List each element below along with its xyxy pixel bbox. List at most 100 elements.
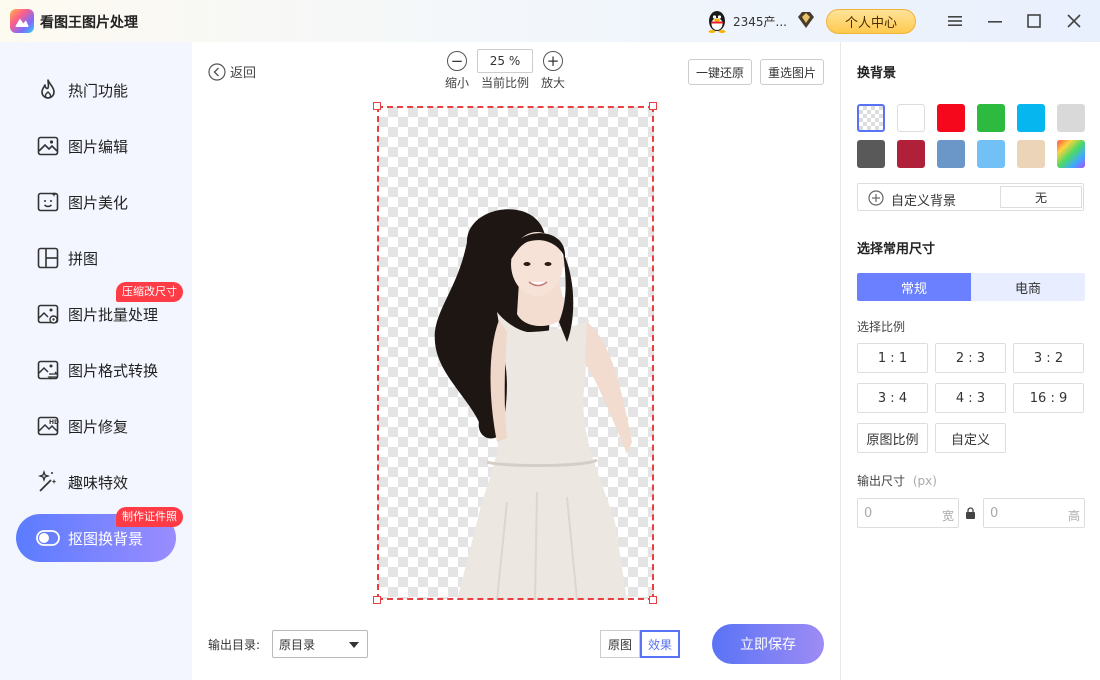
sidebar: 热门功能 图片编辑 图片美化 拼图 图片批量处理 压缩改尺寸 图片格式转换 HD… [0, 42, 192, 680]
feature-badge: 压缩改尺寸 [116, 282, 183, 302]
sidebar-item-format-convert[interactable]: 图片格式转换 [16, 346, 176, 394]
ratio-4-3-button[interactable]: 4 : 3 [935, 383, 1006, 413]
ratio-3-4-button[interactable]: 3 : 4 [857, 383, 928, 413]
image-edit-icon [37, 136, 59, 156]
user-center-button[interactable]: 个人中心 [826, 9, 916, 34]
sidebar-item-hot-features[interactable]: 热门功能 [16, 66, 176, 114]
size-section-title: 选择常用尺寸 [857, 242, 936, 257]
swatch-rainbow[interactable] [1057, 140, 1085, 168]
title-bar: 看图王图片处理 2345产... 个人中心 [0, 0, 1100, 42]
width-input[interactable]: 0 宽 [857, 498, 959, 528]
sidebar-item-label: 热门功能 [68, 82, 129, 100]
sidebar-item-label: 图片编辑 [68, 138, 129, 156]
sidebar-item-image-edit[interactable]: 图片编辑 [16, 122, 176, 170]
add-circle-icon [868, 190, 884, 206]
resize-handle-bottom-left[interactable] [373, 596, 381, 604]
maximize-button[interactable] [1023, 10, 1045, 32]
sidebar-item-label: 抠图换背景 [68, 530, 144, 548]
swatch-dark-gray[interactable] [857, 140, 885, 168]
sidebar-item-image-repair[interactable]: HD 图片修复 [16, 402, 176, 450]
size-tabs: 常规 电商 [857, 273, 1085, 301]
user-name[interactable]: 2345产... [733, 13, 787, 30]
zoom-value[interactable]: 25 % [477, 49, 533, 73]
height-input[interactable]: 0 高 [983, 498, 1085, 528]
width-unit: 宽 [941, 509, 954, 523]
swatch-cyan[interactable] [1017, 104, 1045, 132]
resize-handle-top-left[interactable] [373, 102, 381, 110]
close-icon [1067, 14, 1081, 28]
fire-icon [41, 79, 55, 99]
ratio-16-9-button[interactable]: 16 : 9 [1013, 383, 1084, 413]
swatch-beige[interactable] [1017, 140, 1045, 168]
ratio-2-3-button[interactable]: 2 : 3 [935, 343, 1006, 373]
batch-icon [37, 304, 59, 324]
swatch-white[interactable] [897, 104, 925, 132]
back-label: 返回 [230, 66, 257, 81]
resize-handle-top-right[interactable] [649, 102, 657, 110]
view-original-button[interactable]: 原图 [600, 630, 640, 658]
hamburger-icon [948, 16, 962, 26]
swatch-red[interactable] [937, 104, 965, 132]
reselect-image-button[interactable]: 重选图片 [760, 59, 824, 85]
maximize-icon [1027, 14, 1041, 28]
swatch-sky-blue[interactable] [977, 140, 1005, 168]
collage-icon [37, 247, 59, 269]
editor-area: 返回 − 25 % + 缩小 当前比例 放大 一键还原 重选图片 输出目录: 原… [192, 42, 840, 680]
tab-normal[interactable]: 常规 [857, 273, 971, 301]
view-effect-button[interactable]: 效果 [640, 630, 680, 658]
swatch-transparent[interactable] [857, 104, 885, 132]
restore-button[interactable]: 一键还原 [688, 59, 752, 85]
ratio-3-2-button[interactable]: 3 : 2 [1013, 343, 1084, 373]
app-logo-icon [10, 9, 34, 33]
menu-button[interactable] [944, 10, 966, 32]
swatch-steel-blue[interactable] [937, 140, 965, 168]
lock-icon[interactable] [965, 507, 976, 519]
output-size-text: 输出尺寸 [857, 474, 906, 488]
output-directory-select[interactable]: 原目录 [272, 630, 368, 658]
swatch-green[interactable] [977, 104, 1005, 132]
background-section-title: 换背景 [857, 66, 897, 81]
sidebar-item-label: 图片美化 [68, 194, 129, 212]
swatch-crimson[interactable] [897, 140, 925, 168]
back-button[interactable]: 返回 [208, 62, 256, 81]
back-arrow-icon [208, 62, 226, 81]
tab-ecommerce[interactable]: 电商 [971, 273, 1085, 301]
hd-repair-icon: HD [37, 416, 59, 436]
sidebar-item-label: 拼图 [68, 250, 99, 268]
settings-panel: 换背景 自定义背景 无 选择常用尺寸 常规 电商 选择比例 1 : 1 2 : … [840, 42, 1100, 680]
sidebar-item-label: 图片格式转换 [68, 362, 159, 380]
zoom-out-label: 缩小 [445, 76, 470, 90]
custom-background-label: 自定义背景 [891, 194, 957, 209]
feature-badge: 制作证件照 [116, 507, 183, 527]
resize-handle-bottom-right[interactable] [649, 596, 657, 604]
swatch-light-gray[interactable] [1057, 104, 1085, 132]
zoom-caption: 当前比例 [481, 76, 530, 90]
close-button[interactable] [1063, 10, 1085, 32]
sidebar-item-label: 图片批量处理 [68, 306, 159, 324]
crop-selection-box[interactable] [377, 106, 654, 600]
sidebar-item-label: 图片修复 [68, 418, 129, 436]
ratio-1-1-button[interactable]: 1 : 1 [857, 343, 928, 373]
custom-background-value[interactable]: 无 [1000, 186, 1082, 208]
vip-diamond-icon[interactable] [796, 11, 816, 29]
ratio-custom-button[interactable]: 自定义 [935, 423, 1006, 453]
app-title: 看图王图片处理 [40, 15, 138, 31]
ratio-original-button[interactable]: 原图比例 [857, 423, 928, 453]
save-now-button[interactable]: 立即保存 [712, 624, 824, 664]
sidebar-item-collage[interactable]: 拼图 [16, 234, 176, 282]
minimize-button[interactable] [984, 10, 1006, 32]
zoom-out-button[interactable]: − [447, 51, 467, 71]
height-value: 0 [990, 505, 999, 521]
sidebar-item-image-beautify[interactable]: 图片美化 [16, 178, 176, 226]
qq-penguin-icon[interactable] [706, 9, 728, 33]
plus-icon: + [546, 51, 560, 70]
output-directory-label: 输出目录: [208, 638, 261, 652]
output-size-unit: (px) [912, 474, 937, 488]
minimize-icon [988, 21, 1002, 23]
zoom-in-button[interactable]: + [543, 51, 563, 71]
toggle-icon [36, 530, 60, 546]
zoom-in-label: 放大 [541, 76, 566, 90]
sidebar-item-fun-effects[interactable]: 趣味特效 [16, 458, 176, 506]
output-size-label: 输出尺寸 (px) [857, 472, 937, 489]
custom-background-row[interactable]: 自定义背景 无 [857, 183, 1084, 211]
